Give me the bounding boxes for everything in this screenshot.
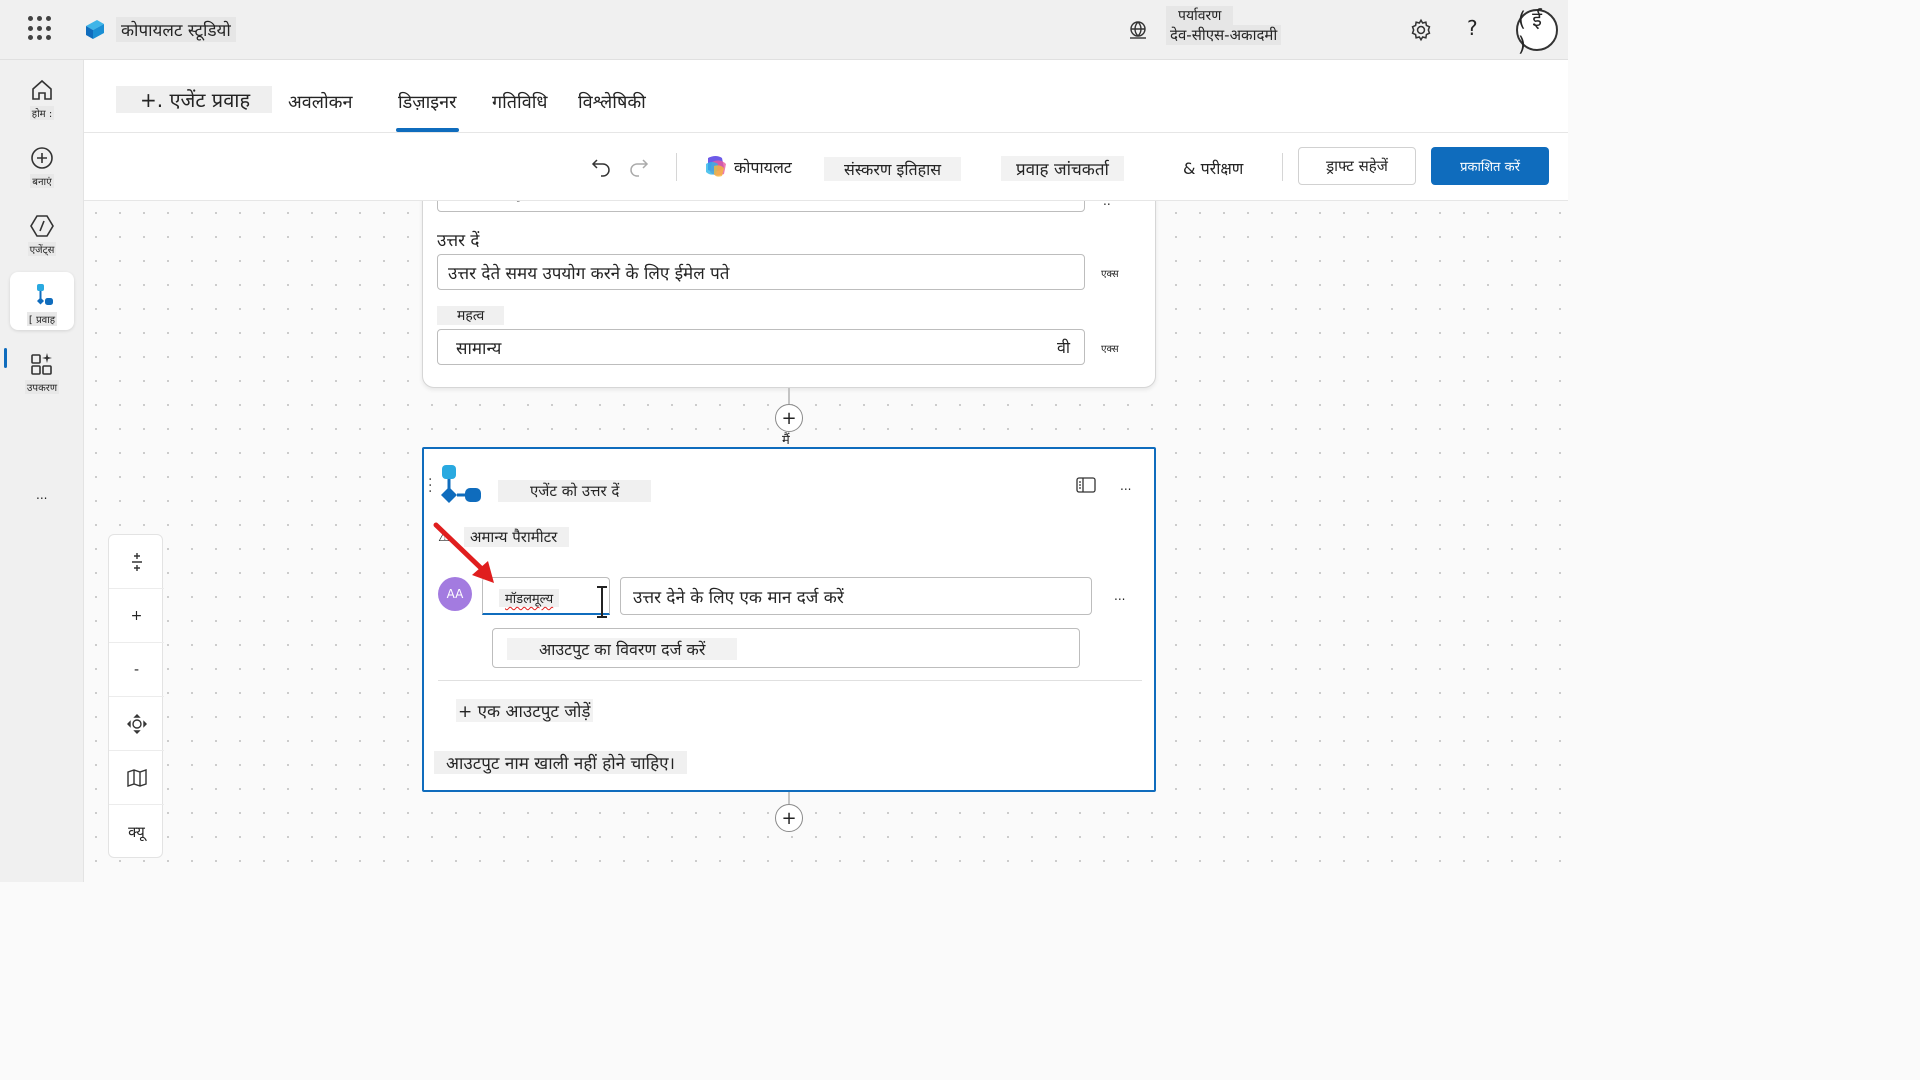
- version-history-button[interactable]: संस्करण इतिहास: [824, 157, 962, 181]
- send-email-action-card[interactable]: Sensitivity .. उत्तर दें उत्तर देते समय …: [422, 201, 1156, 388]
- environment-label: पर्यावरण: [1166, 6, 1234, 25]
- tab-activity[interactable]: गतिविधि: [492, 90, 547, 114]
- nav-item-label: उपकरण: [24, 380, 60, 394]
- environment-globe-icon[interactable]: [1126, 19, 1150, 41]
- card-more-button[interactable]: ...: [1120, 479, 1131, 493]
- tools-icon: [31, 353, 52, 375]
- section-divider: [438, 680, 1142, 681]
- help-icon[interactable]: ?: [1467, 16, 1478, 40]
- app-title[interactable]: कोपायलट स्टूडियो: [116, 17, 236, 42]
- reply-to-fx-button[interactable]: एक्स: [1101, 266, 1119, 280]
- nav-item-label: [ प्रवाह: [26, 312, 58, 326]
- flow-checker-button[interactable]: प्रवाह जांचकर्ता: [1001, 156, 1124, 181]
- tab-bar: +. एजेंट प्रवाह अवलोकन डिज़ाइनर गतिविधि …: [84, 60, 1568, 133]
- panel-toggle-icon[interactable]: [1076, 477, 1096, 493]
- fit-view-button[interactable]: [109, 697, 164, 751]
- output-description-input[interactable]: आउटपुट का विवरण दर्ज करें: [492, 628, 1080, 668]
- plus-icon: +: [781, 807, 797, 829]
- publish-button[interactable]: प्रकाशित करें: [1431, 147, 1549, 185]
- chevron-down-icon: वी: [1056, 338, 1070, 357]
- user-avatar[interactable]: ( ई ): [1516, 7, 1558, 56]
- fit-view-icon: [126, 713, 147, 734]
- q-button[interactable]: क्यू: [109, 805, 164, 859]
- output-more-button[interactable]: ...: [1114, 589, 1125, 603]
- nav-item-flows[interactable]: [ प्रवाह: [10, 272, 74, 330]
- nav-more-button[interactable]: ...: [36, 488, 47, 502]
- toolbar-divider: [676, 153, 677, 181]
- connector-label: मैं: [782, 433, 790, 448]
- home-icon: [32, 79, 52, 100]
- save-draft-button[interactable]: ड्राफ्ट सहेजें: [1298, 147, 1416, 185]
- app-launcher-icon[interactable]: [28, 16, 54, 42]
- nav-item-label: एजेंट्स: [27, 242, 57, 256]
- flow-canvas[interactable]: Sensitivity .. उत्तर दें उत्तर देते समय …: [84, 201, 1568, 882]
- nav-item-agents[interactable]: एजेंट्स: [10, 202, 74, 260]
- output-description-placeholder: आउटपुट का विवरण दर्ज करें: [507, 638, 738, 660]
- environment-name[interactable]: देव-सीएस-अकादमी: [1166, 25, 1282, 45]
- nav-item-label: बनाएं: [30, 174, 54, 188]
- designer-toolbar: कोपायलट संस्करण इतिहास प्रवाह जांचकर्ता …: [84, 133, 1568, 201]
- add-output-button[interactable]: + एक आउटपुट जोड़ें: [456, 699, 593, 722]
- undo-icon[interactable]: [588, 153, 614, 179]
- connector-line: [788, 388, 790, 404]
- field-more-button[interactable]: ..: [1103, 201, 1111, 208]
- error-message: आउटपुट नाम खाली नहीं होने चाहिए।: [434, 751, 687, 774]
- plus-icon: +: [781, 407, 797, 429]
- agents-icon: [30, 215, 54, 237]
- zoom-out-button[interactable]: -: [109, 643, 164, 697]
- sensitivity-field[interactable]: Sensitivity: [437, 201, 1085, 212]
- output-name-value: मॉडलमूल्य: [499, 589, 560, 607]
- redo-icon[interactable]: [626, 153, 652, 179]
- flows-icon: [37, 284, 53, 305]
- annotation-arrow-icon: [433, 522, 494, 583]
- reply-to-label: उत्तर दें: [437, 231, 480, 251]
- canvas-controls: + - क्यू: [108, 534, 164, 859]
- test-button[interactable]: & परीक्षण: [1177, 156, 1249, 180]
- reply-to-field[interactable]: उत्तर देते समय उपयोग करने के लिए ईमेल पत…: [437, 254, 1085, 290]
- top-bar: कोपायलट स्टूडियो पर्यावरण देव-सीएस-अकादम…: [0, 0, 1568, 60]
- importance-dropdown[interactable]: सामान्य वी: [437, 329, 1085, 365]
- toolbar-divider: [1282, 153, 1283, 181]
- drag-handle-icon[interactable]: · · ·: [428, 473, 432, 499]
- copilot-icon: [706, 156, 726, 177]
- add-step-button[interactable]: +: [775, 804, 803, 832]
- nav-active-indicator: [4, 348, 7, 368]
- importance-fx-button[interactable]: एक्स: [1101, 341, 1119, 355]
- card-title[interactable]: एजेंट को उत्तर दें: [498, 480, 652, 502]
- left-navigation: होम : बनाएं एजेंट्स [ प्रवाह उपकरण ...: [0, 60, 84, 882]
- nav-item-tools[interactable]: उपकरण: [10, 340, 74, 398]
- agent-flow-node-icon: [441, 465, 481, 503]
- insert-step-button[interactable]: +: [775, 404, 803, 432]
- copilot-studio-logo-icon: [86, 20, 104, 39]
- respond-to-agent-card[interactable]: ··· एजेंट को उत्तर दें ... ⚠ अमान्य पैरा…: [422, 447, 1156, 792]
- map-icon: [126, 768, 147, 787]
- importance-value: सामान्य: [456, 338, 502, 359]
- zoom-in-button[interactable]: +: [109, 589, 164, 643]
- importance-label: महत्व: [437, 306, 505, 325]
- text-cursor-icon: [597, 586, 607, 618]
- fit-to-width-button[interactable]: [109, 535, 164, 589]
- connector-line: [788, 792, 790, 804]
- minimap-button[interactable]: [109, 751, 164, 805]
- tab-analytics[interactable]: विश्लेषिकी: [578, 90, 646, 114]
- add-circle-icon: [31, 147, 53, 169]
- nav-item-create[interactable]: बनाएं: [10, 134, 74, 192]
- output-value-input[interactable]: उत्तर देने के लिए एक मान दर्ज करें: [620, 577, 1092, 615]
- copilot-button[interactable]: कोपायलट: [728, 155, 798, 179]
- nav-item-label: होम :: [29, 106, 55, 120]
- tab-overview[interactable]: अवलोकन: [288, 90, 352, 114]
- expand-vertical-icon: [131, 552, 142, 571]
- flow-name[interactable]: +. एजेंट प्रवाह: [116, 86, 273, 113]
- tab-designer[interactable]: डिज़ाइनर: [396, 90, 458, 132]
- nav-item-home[interactable]: होम :: [10, 66, 74, 124]
- settings-gear-icon[interactable]: [1408, 17, 1434, 43]
